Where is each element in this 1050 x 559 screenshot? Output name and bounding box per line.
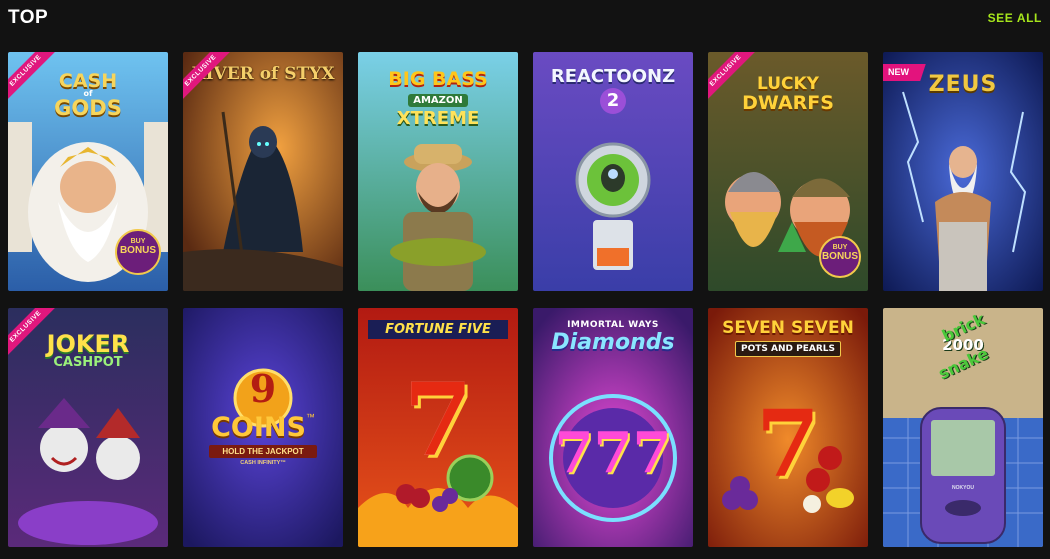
logo-line-1: LUCKY — [757, 74, 819, 94]
logo-line-2: 2000 — [942, 336, 984, 354]
fortune-five-numeral: 7 — [403, 361, 473, 479]
logo-line-1: SEVEN SEVEN — [722, 318, 854, 338]
bonus-label: BONUS — [821, 251, 859, 262]
buy-label: BUY — [832, 244, 848, 251]
bonus-label: BONUS — [119, 245, 157, 256]
9-coins-logo: COINS™ HOLD THE JACKPOT CASH INFINITY™ — [183, 412, 343, 466]
seven-seven-numeral: 7 — [755, 390, 820, 498]
new-badge: NEW — [883, 64, 926, 81]
game-tile-river-of-styx[interactable]: RIVER of STYX EXCLUSIVE — [183, 52, 343, 291]
buy-bonus-badge: BUY BONUS — [819, 244, 861, 262]
brick-snake-logo: brick 2000 snake — [883, 309, 1043, 383]
trademark: ™ — [305, 412, 315, 422]
cash-infinity-label: CASH INFINITY™ — [240, 460, 286, 466]
logo-line-3: XTREME — [396, 108, 480, 129]
logo-line-2: AMAZON — [408, 94, 468, 107]
logo-line-1: IMMORTAL WAYS — [567, 320, 659, 330]
lucky-dwarfs-logo: LUCKY DWARFS — [708, 74, 868, 114]
logo-line-2: Diamonds — [551, 330, 675, 355]
game-tile-brick-snake-2000[interactable]: brick 2000 snake NOKYOU — [883, 308, 1043, 547]
logo-line-1: BIG BASS — [388, 68, 488, 90]
buy-label: BUY — [130, 238, 146, 245]
logo-line-1: JOKER — [46, 330, 130, 358]
game-tile-lucky-dwarfs[interactable]: LUCKY DWARFS BUY BONUS EXCLUSIVE — [708, 52, 868, 291]
immortal-ways-numeral: 777 — [554, 420, 672, 486]
fortune-five-logo: FORTUNE FIVE — [368, 320, 508, 339]
game-tile-reactoonz-2[interactable]: REACTOONZ 2 — [533, 52, 693, 291]
game-tile-seven-seven[interactable]: SEVEN SEVEN POTS AND PEARLS 7 — [708, 308, 868, 547]
game-tile-9-coins[interactable]: 9 COINS™ HOLD THE JACKPOT CASH INFINITY™ — [183, 308, 343, 547]
section-header: TOP SEE ALL — [0, 0, 1050, 36]
logo-line-2: DWARFS — [742, 92, 834, 114]
device-brand: NOKYOU — [952, 485, 974, 491]
reactoonz-numeral: 2 — [600, 88, 626, 114]
seven-seven-logo: SEVEN SEVEN POTS AND PEARLS — [708, 318, 868, 357]
reactoonz-logo: REACTOONZ — [550, 66, 676, 87]
new-badge-label: NEW — [887, 67, 909, 77]
coins-title: COINS — [211, 412, 306, 443]
game-tile-big-bass-amazon-xtreme[interactable]: BIG BASS AMAZON XTREME — [358, 52, 518, 291]
section-title: TOP — [8, 7, 49, 28]
game-tile-cash-of-gods[interactable]: CASH of GODS BUY BONUS EXCLUSIVE — [8, 52, 168, 291]
big-bass-logo: BIG BASS AMAZON XTREME — [358, 68, 518, 129]
buy-bonus-badge: BUY BONUS — [116, 238, 160, 256]
logo-line-3: GODS — [54, 96, 122, 120]
game-tile-zeus[interactable]: ZEUS NEW — [883, 52, 1043, 291]
game-tile-fortune-five[interactable]: FORTUNE FIVE 7 — [358, 308, 518, 547]
logo-line-2: CASHPOT — [53, 355, 123, 370]
joker-cashpot-logo: JOKER CASHPOT — [8, 330, 168, 370]
hold-the-jackpot-banner: HOLD THE JACKPOT — [209, 445, 317, 458]
river-of-styx-artwork — [183, 52, 343, 291]
logo-line-2: POTS AND PEARLS — [735, 341, 841, 357]
see-all-link[interactable]: SEE ALL — [988, 11, 1042, 25]
cash-of-gods-logo: CASH of GODS — [8, 70, 168, 120]
game-tile-immortal-ways-diamonds[interactable]: IMMORTAL WAYS Diamonds 777 — [533, 308, 693, 547]
game-tile-joker-cashpot[interactable]: JOKER CASHPOT EXCLUSIVE — [8, 308, 168, 547]
immortal-ways-logo: IMMORTAL WAYS Diamonds — [533, 320, 693, 355]
9-coins-numeral: 9 — [249, 366, 277, 411]
